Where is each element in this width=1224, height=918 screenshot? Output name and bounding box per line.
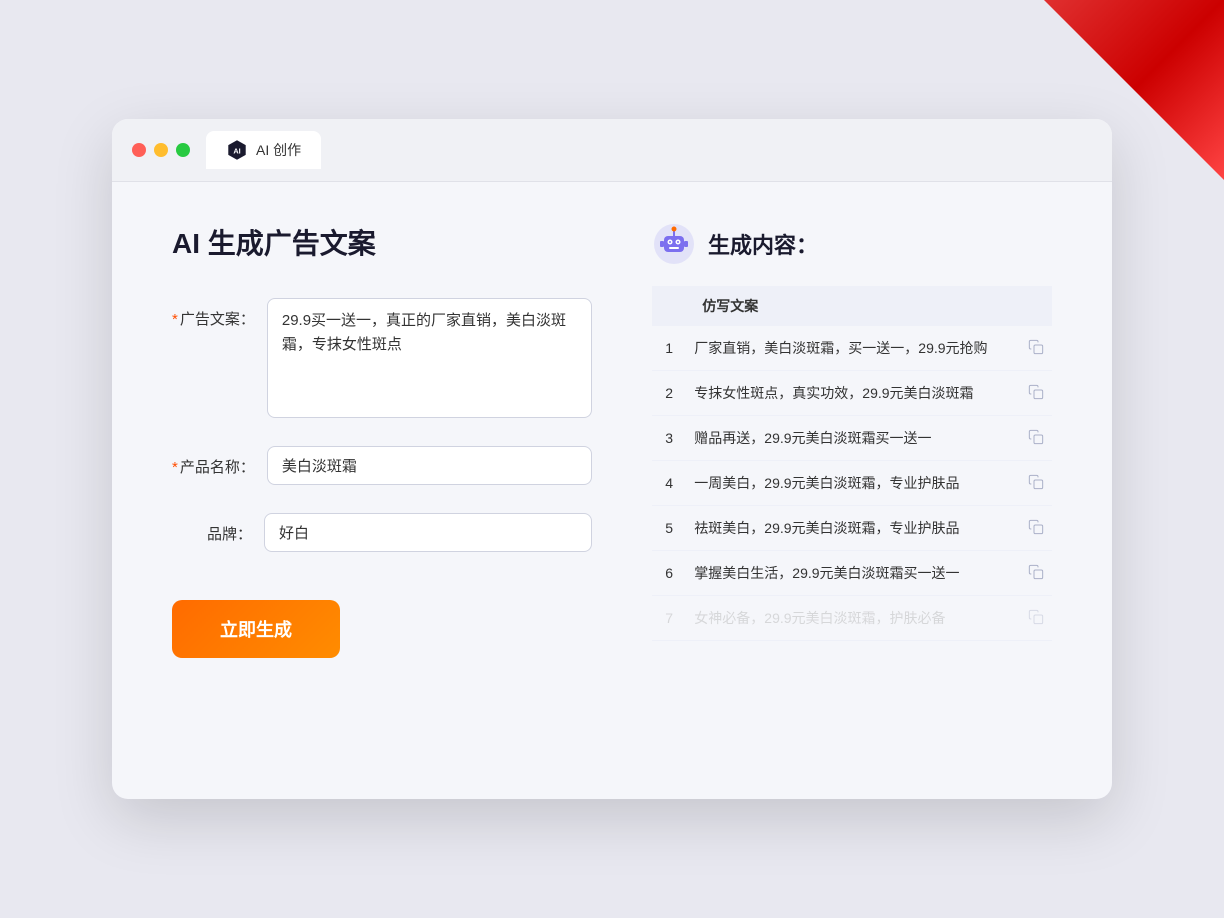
copy-icon-2[interactable] <box>1028 387 1044 403</box>
copy-button-5[interactable] <box>1018 506 1052 551</box>
copy-icon-1[interactable] <box>1028 342 1044 358</box>
results-table: 仿写文案 1 厂家直销，美白淡斑霜，买一送一，29.9元抢购 2 专抹女性斑点， <box>652 286 1052 641</box>
row-number-4: 4 <box>652 461 686 506</box>
table-row: 7 女神必备，29.9元美白淡斑霜，护肤必备 <box>652 596 1052 641</box>
product-name-row: *产品名称： <box>172 446 592 485</box>
main-content: AI 生成广告文案 *广告文案： *产品名称： 品牌： 立 <box>112 182 1112 782</box>
minimize-button[interactable] <box>154 143 168 157</box>
row-text-7: 女神必备，29.9元美白淡斑霜，护肤必备 <box>686 596 1017 641</box>
copy-button-1[interactable] <box>1018 326 1052 371</box>
brand-row: 品牌： <box>172 513 592 552</box>
row-number-7: 7 <box>652 596 686 641</box>
table-header-label: 仿写文案 <box>686 286 1017 326</box>
table-header-num <box>652 286 686 326</box>
row-text-2: 专抹女性斑点，真实功效，29.9元美白淡斑霜 <box>686 371 1017 416</box>
ai-tab[interactable]: AI AI 创作 <box>206 131 321 169</box>
tab-label: AI 创作 <box>256 140 301 160</box>
row-text-1: 厂家直销，美白淡斑霜，买一送一，29.9元抢购 <box>686 326 1017 371</box>
ad-copy-input[interactable] <box>267 298 592 418</box>
table-header-row: 仿写文案 <box>652 286 1052 326</box>
copy-button-2[interactable] <box>1018 371 1052 416</box>
row-number-3: 3 <box>652 416 686 461</box>
titlebar: AI AI 创作 <box>112 119 1112 182</box>
row-text-5: 祛斑美白，29.9元美白淡斑霜，专业护肤品 <box>686 506 1017 551</box>
product-name-label: *产品名称： <box>172 446 255 477</box>
brand-label: 品牌： <box>172 513 252 544</box>
generate-button[interactable]: 立即生成 <box>172 600 340 658</box>
page-title: AI 生成广告文案 <box>172 222 592 262</box>
window-controls <box>132 143 190 157</box>
row-number-1: 1 <box>652 326 686 371</box>
copy-button-4[interactable] <box>1018 461 1052 506</box>
maximize-button[interactable] <box>176 143 190 157</box>
table-row: 1 厂家直销，美白淡斑霜，买一送一，29.9元抢购 <box>652 326 1052 371</box>
ad-copy-row: *广告文案： <box>172 298 592 418</box>
ad-copy-label: *广告文案： <box>172 298 255 329</box>
row-number-6: 6 <box>652 551 686 596</box>
bot-icon <box>652 222 696 266</box>
table-header-action <box>1018 286 1052 326</box>
table-row: 6 掌握美白生活，29.9元美白淡斑霜买一送一 <box>652 551 1052 596</box>
row-text-3: 赠品再送，29.9元美白淡斑霜买一送一 <box>686 416 1017 461</box>
result-header: 生成内容： <box>652 222 1052 266</box>
right-panel: 生成内容： 仿写文案 1 厂家直销，美白淡斑霜，买一送一，29.9元抢购 <box>652 222 1052 742</box>
result-title: 生成内容： <box>708 228 818 260</box>
copy-icon-6[interactable] <box>1028 567 1044 583</box>
required-star-2: * <box>172 459 178 476</box>
copy-button-6[interactable] <box>1018 551 1052 596</box>
svg-text:AI: AI <box>233 147 240 156</box>
ai-tab-icon: AI <box>226 139 248 161</box>
left-panel: AI 生成广告文案 *广告文案： *产品名称： 品牌： 立 <box>172 222 592 742</box>
copy-button-7[interactable] <box>1018 596 1052 641</box>
table-row: 3 赠品再送，29.9元美白淡斑霜买一送一 <box>652 416 1052 461</box>
close-button[interactable] <box>132 143 146 157</box>
copy-icon-7[interactable] <box>1028 612 1044 628</box>
product-name-input[interactable] <box>267 446 592 485</box>
row-text-6: 掌握美白生活，29.9元美白淡斑霜买一送一 <box>686 551 1017 596</box>
row-number-2: 2 <box>652 371 686 416</box>
table-row: 2 专抹女性斑点，真实功效，29.9元美白淡斑霜 <box>652 371 1052 416</box>
row-text-4: 一周美白，29.9元美白淡斑霜，专业护肤品 <box>686 461 1017 506</box>
copy-icon-4[interactable] <box>1028 477 1044 493</box>
copy-icon-5[interactable] <box>1028 522 1044 538</box>
required-star-1: * <box>172 311 178 328</box>
copy-button-3[interactable] <box>1018 416 1052 461</box>
table-row: 5 祛斑美白，29.9元美白淡斑霜，专业护肤品 <box>652 506 1052 551</box>
brand-input[interactable] <box>264 513 592 552</box>
copy-icon-3[interactable] <box>1028 432 1044 448</box>
row-number-5: 5 <box>652 506 686 551</box>
table-row: 4 一周美白，29.9元美白淡斑霜，专业护肤品 <box>652 461 1052 506</box>
app-window: AI AI 创作 AI 生成广告文案 *广告文案： *产品名称： <box>112 119 1112 799</box>
